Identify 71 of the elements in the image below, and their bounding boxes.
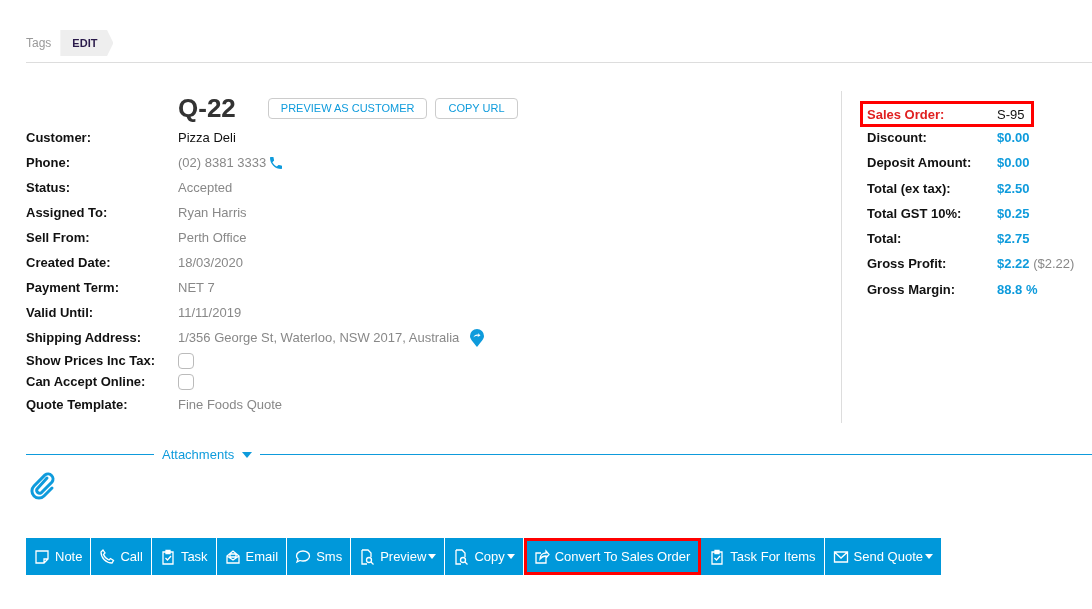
field-value: (02) 8381 3333	[178, 155, 267, 170]
phone-icon[interactable]	[268, 154, 285, 171]
summary-value: $0.25	[997, 205, 1030, 221]
summary-value: $2.22	[997, 256, 1031, 272]
field-label: Can Accept Online:	[26, 374, 147, 389]
phone-icon	[99, 548, 116, 565]
edit-tag-button[interactable]: EDIT	[60, 30, 114, 56]
summary-label: Total:	[867, 231, 903, 247]
envelope-icon	[832, 548, 849, 565]
share-arrow-icon	[533, 548, 550, 565]
summary-label: Gross Profit:	[867, 256, 948, 272]
field-value: Pizza Deli	[178, 130, 236, 145]
outline-button[interactable]: COPY URL	[435, 97, 518, 119]
chat-bubble-icon	[295, 548, 312, 565]
summary-value: S-95	[997, 106, 1025, 122]
toolbar-button[interactable]: Call	[91, 538, 152, 575]
envelope-icon	[224, 548, 241, 565]
field-label: Customer:	[26, 130, 92, 145]
caret-icon[interactable]	[242, 451, 253, 458]
field-label: Sell From:	[26, 230, 91, 245]
checkbox[interactable]	[178, 373, 194, 390]
checkbox[interactable]	[178, 352, 194, 369]
toolbar-button[interactable]: Preview	[351, 538, 446, 575]
field-value: Perth Office	[178, 230, 247, 245]
document-search-icon	[359, 548, 376, 565]
toolbar-button[interactable]: Convert To Sales Order	[523, 538, 702, 575]
toolbar-button[interactable]: Task	[151, 538, 217, 575]
summary-value: $0.00	[997, 130, 1030, 145]
summary-label: Total GST 10%:	[867, 205, 963, 221]
note-icon	[34, 548, 50, 565]
field-label: Quote Template:	[26, 397, 129, 412]
summary-label: Discount:	[867, 130, 928, 145]
map-pin-icon[interactable]	[469, 328, 486, 347]
attachments-toggle[interactable]: Attachments	[162, 447, 235, 462]
toolbar-button[interactable]: Task For Items	[701, 538, 825, 575]
field-label: Shipping Address:	[26, 330, 143, 345]
field-label: Created Date:	[26, 255, 112, 270]
outline-button[interactable]: PREVIEW AS CUSTOMER	[267, 97, 428, 119]
field-value: 18/03/2020	[178, 255, 244, 270]
field-value: Fine Foods Quote	[178, 397, 283, 412]
field-label: Phone:	[26, 155, 72, 170]
tags-label: Tags	[26, 36, 52, 50]
paperclip-icon[interactable]	[30, 472, 56, 500]
summary-value: $2.75	[997, 231, 1030, 247]
summary-label: Sales Order:	[867, 106, 946, 122]
toolbar-button[interactable]: Sms	[287, 538, 352, 575]
field-value: 1/356 George St, Waterloo, NSW 2017, Australia	[178, 330, 460, 345]
field-label: Payment Term:	[26, 280, 120, 295]
field-label: Valid Until:	[26, 305, 95, 320]
document-search-icon	[453, 548, 470, 565]
field-value: NET 7	[178, 280, 215, 295]
summary-label: Total (ex tax):	[867, 180, 952, 196]
summary-value: $2.50	[997, 180, 1030, 196]
summary-value: $0.00	[997, 155, 1030, 171]
summary-extra: ($2.22)	[1033, 256, 1075, 272]
toolbar-button[interactable]: Note	[26, 538, 92, 575]
field-value: 11/11/2019	[178, 305, 242, 320]
toolbar-button[interactable]: Email	[216, 538, 288, 575]
quote-number: Q-22	[178, 92, 236, 124]
clipboard-check-icon	[709, 548, 726, 565]
field-label: Assigned To:	[26, 205, 109, 220]
summary-value: 88.8 %	[997, 281, 1038, 297]
field-value: Accepted	[178, 180, 233, 195]
clipboard-check-icon	[159, 548, 176, 565]
toolbar-button[interactable]: Send Quote	[824, 538, 942, 575]
summary-label: Gross Margin:	[867, 281, 957, 297]
field-label: Show Prices Inc Tax:	[26, 353, 157, 368]
field-value: Ryan Harris	[178, 205, 247, 220]
toolbar-button[interactable]: Copy	[445, 538, 524, 575]
summary-label: Deposit Amount:	[867, 155, 973, 171]
field-label: Status:	[26, 180, 72, 195]
